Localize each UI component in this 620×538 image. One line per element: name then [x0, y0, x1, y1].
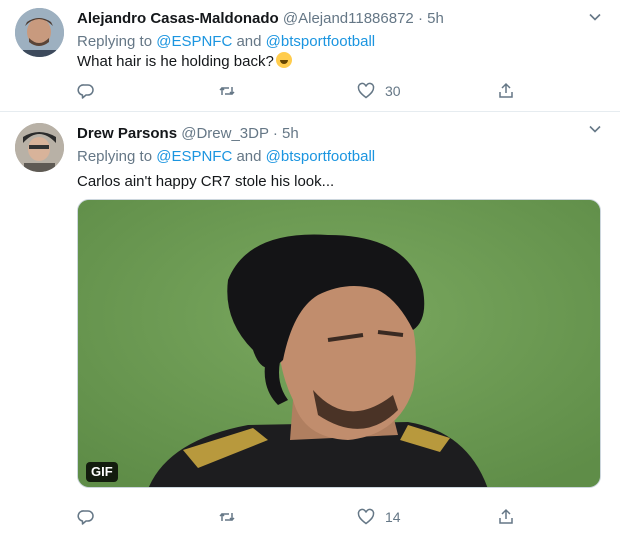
retweet-icon [219, 86, 235, 96]
separator-dot: · [413, 10, 428, 27]
author-name[interactable]: Alejandro Casas-Maldonado [77, 10, 279, 27]
share-icon [499, 82, 513, 98]
tweet-text-content: Carlos ain't happy CR7 stole his look... [77, 173, 335, 190]
gif-badge: GIF [86, 462, 118, 482]
tweet-actions: 14 [77, 506, 537, 528]
tweet-actions: 30 [77, 80, 537, 102]
avatar[interactable] [15, 123, 64, 172]
mention-link-btsportfootball[interactable]: @btsportfootball [266, 33, 375, 50]
replying-prefix: Replying to [77, 148, 157, 165]
like-count: 14 [385, 509, 401, 525]
tweet-text-content: What hair is he holding back? [77, 53, 274, 70]
replying-to: Replying to @ESPNFC and @btsportfootball [77, 147, 375, 167]
tweet-text: Carlos ain't happy CR7 stole his look... [77, 172, 334, 192]
retweet-button[interactable] [218, 80, 236, 102]
heart-icon [357, 508, 375, 525]
mention-link-btsportfootball[interactable]: @btsportfootball [266, 148, 375, 165]
chevron-down-icon[interactable] [588, 10, 602, 24]
reply-icon [77, 510, 94, 525]
like-button[interactable]: 14 [357, 506, 401, 528]
reply-button[interactable] [77, 80, 95, 102]
like-count: 30 [385, 83, 401, 99]
tweet-time[interactable]: 5h [282, 125, 299, 142]
gif-image [78, 200, 600, 487]
replying-prefix: Replying to [77, 33, 157, 50]
replying-to: Replying to @ESPNFC and @btsportfootball [77, 32, 375, 52]
tweet[interactable]: Drew Parsons @Drew_3DP · 5h Replying to … [0, 112, 620, 538]
gif-media[interactable]: GIF [77, 199, 601, 488]
tweet-header: Drew Parsons @Drew_3DP · 5h [77, 124, 299, 144]
retweet-icon [219, 512, 235, 522]
mention-link-espnfc[interactable]: @ESPNFC [156, 33, 232, 50]
replying-and: and [232, 33, 266, 50]
retweet-button[interactable] [218, 506, 236, 528]
avatar[interactable] [15, 8, 64, 57]
reply-icon [77, 84, 94, 99]
share-icon [499, 508, 513, 524]
heart-icon [357, 82, 375, 99]
tweet-time[interactable]: 5h [427, 10, 444, 27]
share-button[interactable] [497, 80, 515, 102]
mention-link-espnfc[interactable]: @ESPNFC [156, 148, 232, 165]
tweet-text: What hair is he holding back? [77, 52, 292, 72]
like-button[interactable]: 30 [357, 80, 401, 102]
separator-dot: · [268, 125, 283, 142]
share-button[interactable] [497, 506, 515, 528]
replying-and: and [232, 148, 266, 165]
tweet-header: Alejandro Casas-Maldonado @Alejand118868… [77, 9, 444, 29]
author-handle[interactable]: @Alejand11886872 [283, 10, 414, 27]
laughing-emoji-icon [275, 52, 292, 68]
author-handle[interactable]: @Drew_3DP [181, 125, 268, 142]
reply-button[interactable] [77, 506, 95, 528]
author-name[interactable]: Drew Parsons [77, 125, 177, 142]
chevron-down-icon[interactable] [588, 122, 602, 136]
tweet[interactable]: Alejandro Casas-Maldonado @Alejand118868… [0, 0, 620, 112]
